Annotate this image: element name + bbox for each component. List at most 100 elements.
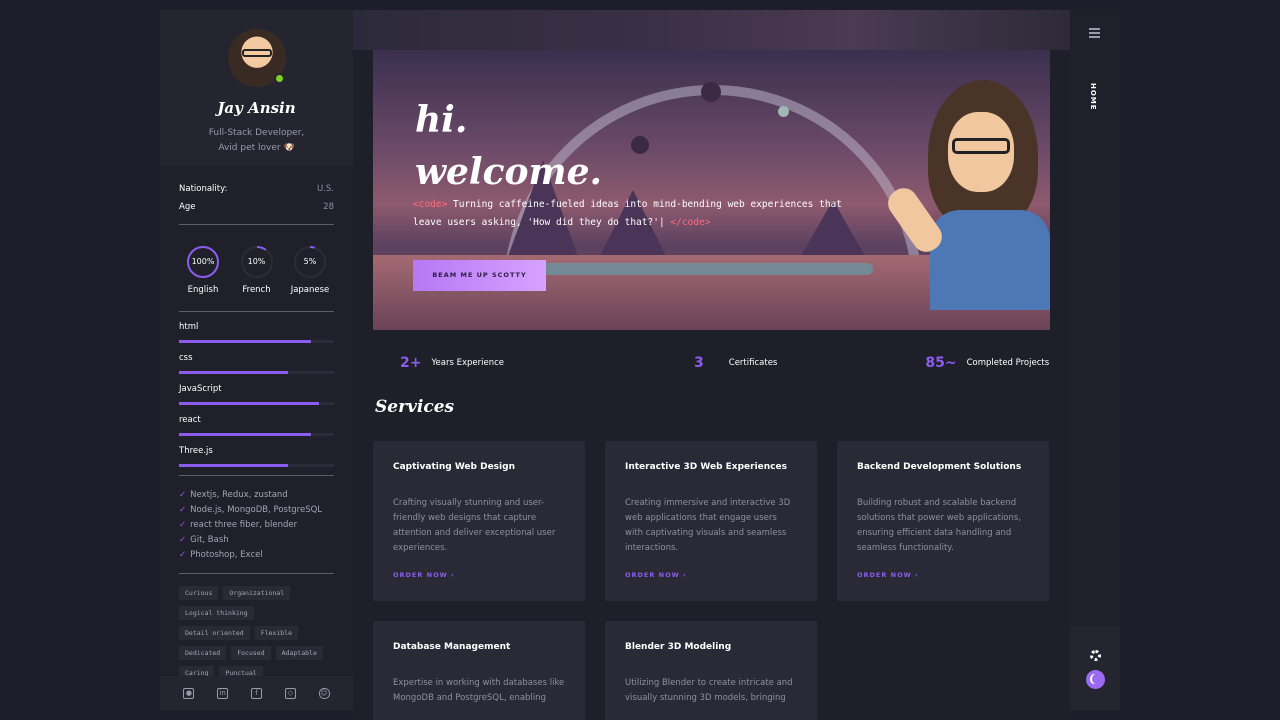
skill-bar <box>179 402 334 405</box>
hero-banner: hi. welcome. <code> Turning caffeine-fue… <box>373 50 1050 330</box>
service-card: Blender 3D Modeling Utilizing Blender to… <box>605 621 817 720</box>
codepen-icon[interactable]: ◇ <box>284 687 296 699</box>
trait-tag: Curious <box>179 586 219 600</box>
service-description: Creating immersive and interactive 3D we… <box>625 498 791 553</box>
language-percent: 5% <box>303 257 317 266</box>
language-list: 100% English 10% French 5% Japanese <box>179 233 334 303</box>
nav-home-label[interactable]: HOME <box>1089 83 1097 111</box>
divider <box>179 475 334 476</box>
stats-row: 2+ Years Experience 3 Certificates 85~ C… <box>373 355 1050 371</box>
info-nationality: Nationality: U.S. <box>179 180 334 198</box>
check-icon: ✓ <box>179 535 187 545</box>
profile-name: Jay Ansin <box>217 99 296 117</box>
service-card: Captivating Web Design Crafting visually… <box>373 441 585 601</box>
tool-item: ✓ Nextjs, Redux, zustand <box>179 488 334 503</box>
stat-number: 2+ <box>400 355 422 371</box>
gear-icon[interactable] <box>1090 650 1101 661</box>
discord-icon[interactable]: ☺ <box>318 687 330 699</box>
order-now-link[interactable]: ORDER NOW › <box>625 571 687 579</box>
check-icon: ✓ <box>179 490 187 500</box>
facebook-icon[interactable]: f <box>250 687 262 699</box>
dark-mode-toggle-icon[interactable] <box>1086 670 1105 689</box>
trait-tag: Dedicated <box>179 646 227 660</box>
order-now-link[interactable]: ORDER NOW › <box>393 571 455 579</box>
skill-name: css <box>179 353 193 363</box>
avatar <box>227 29 286 87</box>
trait-tag: Logical thinking <box>179 606 254 620</box>
service-title: Database Management <box>393 642 511 652</box>
service-card: Backend Development Solutions Building r… <box>837 441 1049 601</box>
service-title: Blender 3D Modeling <box>625 642 732 652</box>
skill-name: react <box>179 415 201 425</box>
skill-bar <box>179 340 334 343</box>
stat-projects: 85~ Completed Projects <box>925 355 1049 371</box>
skill-bar-fill <box>179 433 311 436</box>
skill-item: react <box>179 413 334 436</box>
service-description: Expertise in working with databases like… <box>393 678 565 703</box>
skill-name: html <box>179 322 199 332</box>
skill-bar <box>179 371 334 374</box>
tool-text: Nextjs, Redux, zustand <box>190 490 288 500</box>
info-key: Nationality: <box>179 184 228 194</box>
info-age: Age 28 <box>179 198 334 216</box>
beam-me-up-button[interactable]: BEAM ME UP SCOTTY <box>413 260 546 291</box>
skill-name: Three.js <box>179 446 213 456</box>
stat-label: Years Experience <box>431 358 505 368</box>
profile-sidebar: Jay Ansin Full-Stack Developer, Avid pet… <box>160 10 353 710</box>
online-status-icon <box>273 73 285 84</box>
hero-title-line2: welcome. <box>415 151 603 193</box>
hero-planet <box>778 106 789 117</box>
divider <box>179 224 334 225</box>
stat-label: Certificates <box>728 358 778 368</box>
skill-bar <box>179 433 334 436</box>
skill-bar-fill <box>179 402 319 405</box>
service-card: Database Management Expertise in working… <box>373 621 585 720</box>
code-close-tag: </code> <box>670 217 711 228</box>
hero-title-line1: hi. <box>415 99 468 141</box>
stat-number: 3 <box>694 355 704 371</box>
check-icon: ✓ <box>179 550 187 560</box>
hamburger-menu-icon[interactable] <box>1089 28 1100 40</box>
stat-number: 85~ <box>925 355 957 371</box>
service-description: Crafting visually stunning and user-frie… <box>393 498 556 553</box>
check-icon: ✓ <box>179 520 187 530</box>
right-nav-rail: HOME <box>1070 10 1120 710</box>
language-percent: 10% <box>247 257 266 266</box>
trait-tag: Organizational <box>223 586 291 600</box>
service-title: Backend Development Solutions <box>857 462 1022 472</box>
skill-name: JavaScript <box>179 384 222 394</box>
language-progress-ring: 10% <box>240 245 274 279</box>
language-japanese: 5% Japanese <box>286 245 334 295</box>
tool-text: Git, Bash <box>190 535 229 545</box>
hero-title: hi. welcome. <box>415 94 602 198</box>
hero-backdrop <box>353 10 1070 50</box>
language-name: English <box>187 285 219 295</box>
tool-item: ✓ Photoshop, Excel <box>179 548 334 563</box>
trait-tags: Curious Organizational Logical thinking … <box>179 582 334 686</box>
order-now-link[interactable]: ORDER NOW › <box>857 571 919 579</box>
info-value: 28 <box>323 202 334 212</box>
service-title: Interactive 3D Web Experiences <box>625 462 787 472</box>
trait-tag: Detail oriented <box>179 626 250 640</box>
skill-item: Three.js <box>179 444 334 467</box>
hero-planet <box>631 136 649 154</box>
skill-bar-fill <box>179 464 288 467</box>
trait-tag: Focused <box>231 646 271 660</box>
stat-years: 2+ Years Experience <box>400 355 504 371</box>
main-content: hi. welcome. <code> Turning caffeine-fue… <box>353 10 1070 720</box>
service-description: Building robust and scalable backend sol… <box>857 498 1022 553</box>
skill-bar-fill <box>179 371 288 374</box>
trait-tag: Adaptable <box>275 646 323 660</box>
tool-item: ✓ Git, Bash <box>179 533 334 548</box>
skill-bar <box>179 464 334 467</box>
info-key: Age <box>179 202 196 212</box>
tool-text: Node.js, MongoDB, PostgreSQL <box>190 505 323 515</box>
linkedin-icon[interactable]: in <box>217 687 229 699</box>
language-percent: 100% <box>191 257 215 266</box>
skill-item: html <box>179 320 334 343</box>
hero-mascot-illustration <box>882 80 1050 310</box>
github-icon[interactable]: ● <box>183 687 195 699</box>
hero-tagline-text: Turning caffeine-fueled ideas into mind-… <box>413 199 842 228</box>
service-title: Captivating Web Design <box>393 462 515 472</box>
stat-certificates: 3 Certificates <box>694 355 777 371</box>
